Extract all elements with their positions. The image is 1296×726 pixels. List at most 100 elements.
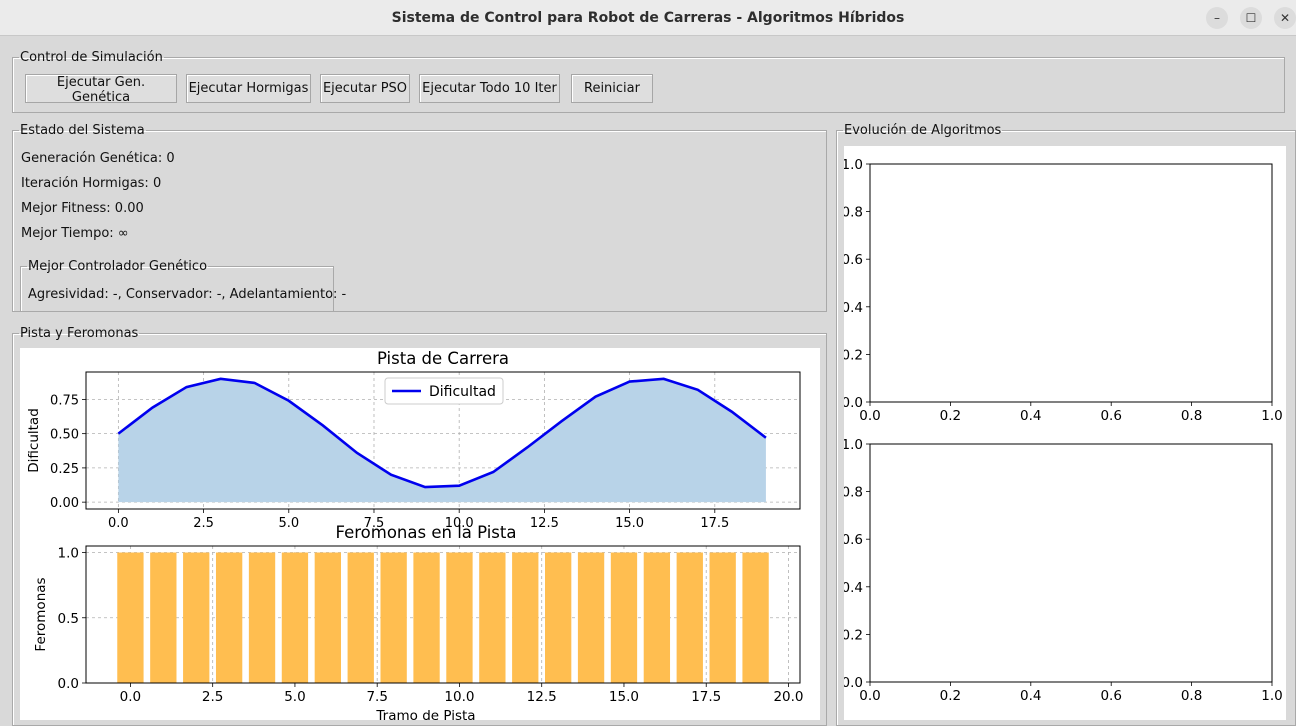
pheromone-bar: [512, 552, 539, 683]
difficulty-xtick-label: 0.0: [108, 516, 129, 531]
pheromone-xlabel: Tramo de Pista: [375, 708, 475, 720]
pheromone-xtick-label: 15.0: [609, 689, 639, 705]
evolution-bottom-ytick-label: 0.2: [844, 627, 863, 643]
reset-button[interactable]: Reiniciar: [571, 74, 653, 103]
difficulty-ytick-label: 0.75: [50, 393, 79, 408]
pheromone-bar: [314, 552, 341, 683]
pheromone-bar: [742, 552, 769, 683]
difficulty-legend: Dificultad: [384, 377, 504, 405]
run-pso-button[interactable]: Ejecutar PSO: [320, 74, 410, 103]
pheromone-bar: [150, 552, 177, 683]
evolution-top-ytick-label: 1.0: [844, 157, 863, 173]
pheromone-chart-title: Feromonas en la Pista: [336, 523, 517, 542]
evolution-bottom-ytick-label: 1.0: [844, 437, 863, 453]
pheromone-bar: [347, 552, 374, 683]
track-figure: 0.0 2.5 5.0 7.5 10.0 12.5 15.0 17.5 0.00 0.25 0.50…: [20, 348, 820, 724]
evolution-top-ytick-label: 0.4: [844, 300, 863, 316]
evolution-bottom-xtick-label: 0.4: [1020, 688, 1041, 704]
best-controller-legend: Mejor Controlador Genético: [28, 259, 208, 274]
pheromone-xtick-label: 12.5: [527, 689, 557, 705]
status-legend: Estado del Sistema: [20, 123, 145, 138]
pheromone-bar: [215, 552, 243, 683]
control-legend: Control de Simulación: [20, 50, 163, 65]
pheromone-bar: [479, 552, 506, 683]
evolution-top-xtick-label: 0.8: [1181, 408, 1202, 424]
best-time-label: Mejor Tiempo: ∞: [21, 226, 129, 241]
pheromone-bar: [446, 552, 473, 683]
pheromone-xtick-label: 5.0: [284, 689, 305, 705]
difficulty-xtick-label: 15.0: [615, 516, 644, 531]
pheromone-xtick-label: 17.5: [691, 689, 721, 705]
evolution-top-xtick-label: 0.4: [1020, 408, 1041, 424]
run-all-button[interactable]: Ejecutar Todo 10 Iter: [419, 74, 560, 103]
pheromone-bar: [610, 552, 638, 683]
difficulty-xtick-label: 5.0: [278, 516, 299, 531]
difficulty-ytick-label: 0.00: [50, 496, 79, 511]
evolution-legend: Evolución de Algoritmos: [844, 123, 1002, 138]
evolution-top-xtick-label: 0.2: [940, 408, 961, 424]
close-button[interactable]: ✕: [1274, 7, 1296, 29]
pheromone-bar: [183, 552, 210, 683]
pheromone-xtick-label: 7.5: [366, 689, 387, 705]
pheromone-ylabel: Feromonas: [33, 577, 49, 651]
evolution-top-xtick-label: 1.0: [1261, 408, 1282, 424]
difficulty-legend-label: Dificultad: [429, 384, 496, 400]
pheromone-ytick-label: 1.0: [58, 546, 79, 562]
pheromone-xtick-label: 2.5: [202, 689, 223, 705]
pheromone-bar: [281, 552, 309, 683]
pheromone-xtick-label: 10.0: [444, 689, 474, 705]
run-genetic-button[interactable]: Ejecutar Gen. Genética: [25, 74, 177, 105]
difficulty-ylabel: Dificultad: [26, 408, 42, 473]
window-title: Sistema de Control para Robot de Carrera…: [391, 10, 905, 26]
evolution-bottom-ytick-label: 0.6: [844, 532, 863, 548]
pheromone-bar: [709, 552, 736, 683]
evolution-bottom-xtick-label: 1.0: [1261, 688, 1282, 704]
pheromone-bar: [676, 552, 703, 683]
evolution-top-axes: 0.0 0.2 0.4 0.6 0.8 1.00.00.20.40.60.81.0: [842, 157, 1283, 424]
evolution-top-ytick-label: 0.6: [844, 252, 863, 268]
run-ants-button[interactable]: Ejecutar Hormigas: [186, 74, 311, 103]
difficulty-xtick-label: 12.5: [530, 516, 559, 531]
pheromone-ytick-label: 0.0: [58, 676, 79, 692]
evolution-bottom-xtick-label: 0.2: [940, 688, 961, 704]
pheromone-ytick-label: 0.5: [58, 611, 79, 627]
evolution-bottom-ytick-label: 0.8: [844, 485, 863, 501]
track-figure-svg: 0.0 2.5 5.0 7.5 10.0 12.5 15.0 17.50.000.250.50…: [26, 349, 804, 724]
difficulty-xtick-label: 2.5: [193, 516, 214, 531]
best-controller-panel: Mejor Controlador Genético: [20, 259, 334, 312]
difficulty-ytick-label: 0.50: [50, 428, 79, 443]
difficulty-ytick-label: 0.25: [50, 462, 79, 477]
evolution-bottom-ytick-label: 0.4: [844, 580, 863, 596]
window-titlebar: Sistema de Control para Robot de Carrera…: [0, 0, 1296, 36]
maximize-button[interactable]: ☐: [1240, 7, 1262, 29]
pheromone-bar: [643, 552, 671, 683]
pheromone-bar: [545, 552, 572, 683]
evolution-top-ytick-label: 0.2: [844, 347, 863, 363]
evolution-bottom-frame: [869, 443, 1273, 683]
pheromone-bar: [380, 552, 407, 683]
difficulty-chart-title: Pista de Carrera: [377, 349, 509, 368]
ant-iteration-label: Iteración Hormigas: 0: [21, 176, 162, 191]
evolution-figure-svg: 0.0 0.2 0.4 0.6 0.8 1.00.00.20.40.60.81.00.0 0…: [842, 157, 1283, 704]
difficulty-xtick-label: 17.5: [700, 516, 729, 531]
pheromone-bar: [577, 552, 605, 683]
evolution-bottom-ytick-label: 0.0: [844, 675, 863, 691]
pheromone-xtick-label: 20.0: [773, 689, 803, 705]
pheromone-xtick-label: 0.0: [120, 689, 141, 705]
evolution-top-xtick-label: 0.6: [1100, 408, 1121, 424]
evolution-bottom-axes: 0.0 0.2 0.4 0.6 0.8 1.00.00.20.40.60.81.0: [842, 437, 1283, 704]
pheromone-bar: [413, 552, 440, 683]
evolution-top-ytick-label: 0.8: [844, 205, 863, 221]
best-controller-values: Agresividad: -, Conservador: -, Adelanta…: [28, 287, 347, 302]
best-fitness-label: Mejor Fitness: 0.00: [21, 201, 144, 216]
pheromone-bar: [248, 552, 276, 683]
evolution-top-ytick-label: 0.0: [844, 395, 863, 411]
evolution-figure: 0.0 0.2 0.4 0.6 0.8 1.0 0.0 0.2 0.4 0.6 0.8 1.0 0.0 0…: [842, 146, 1286, 720]
track-legend: Pista y Feromonas: [20, 326, 139, 341]
genetic-generation-label: Generación Genética: 0: [21, 151, 175, 166]
pheromone-bar: [117, 552, 144, 683]
evolution-bottom-xtick-label: 0.6: [1100, 688, 1121, 704]
evolution-top-frame: [869, 163, 1273, 403]
evolution-bottom-xtick-label: 0.8: [1181, 688, 1202, 704]
minimize-button[interactable]: –: [1206, 7, 1228, 29]
